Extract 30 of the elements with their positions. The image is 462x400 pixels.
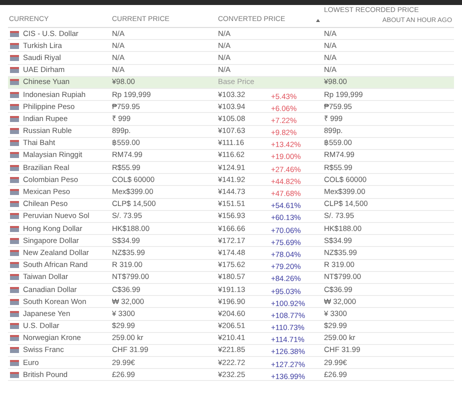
flag-icon	[10, 92, 19, 98]
flag-icon	[10, 140, 19, 146]
flag-icon	[10, 310, 19, 317]
flag-icon	[10, 372, 19, 378]
flag-icon	[10, 213, 19, 220]
flag-icon	[10, 42, 19, 49]
flag-icon	[10, 67, 19, 74]
flag-icon	[10, 104, 19, 110]
flag-icon	[10, 335, 19, 342]
flag-icon	[10, 54, 19, 61]
flag-icon	[10, 176, 19, 183]
flag-icon	[10, 152, 19, 158]
flag-icon	[10, 116, 19, 122]
flag-icon	[10, 347, 19, 354]
flag-icon	[10, 226, 19, 232]
sort-icon[interactable]	[316, 19, 320, 22]
flag-icon	[10, 262, 19, 268]
flag-icon	[10, 238, 19, 244]
flag-icon	[10, 164, 19, 171]
flag-icon	[10, 323, 19, 330]
flag-icon	[10, 201, 19, 208]
flag-icon	[10, 274, 19, 280]
flag-icon	[10, 250, 19, 256]
flag-icon	[10, 128, 19, 134]
flag-icon	[10, 30, 19, 37]
flag-icon	[10, 298, 19, 305]
flag-icon	[10, 189, 19, 196]
flag-icon	[10, 79, 19, 86]
flag-icon	[10, 360, 19, 366]
flag-icon	[10, 286, 19, 293]
